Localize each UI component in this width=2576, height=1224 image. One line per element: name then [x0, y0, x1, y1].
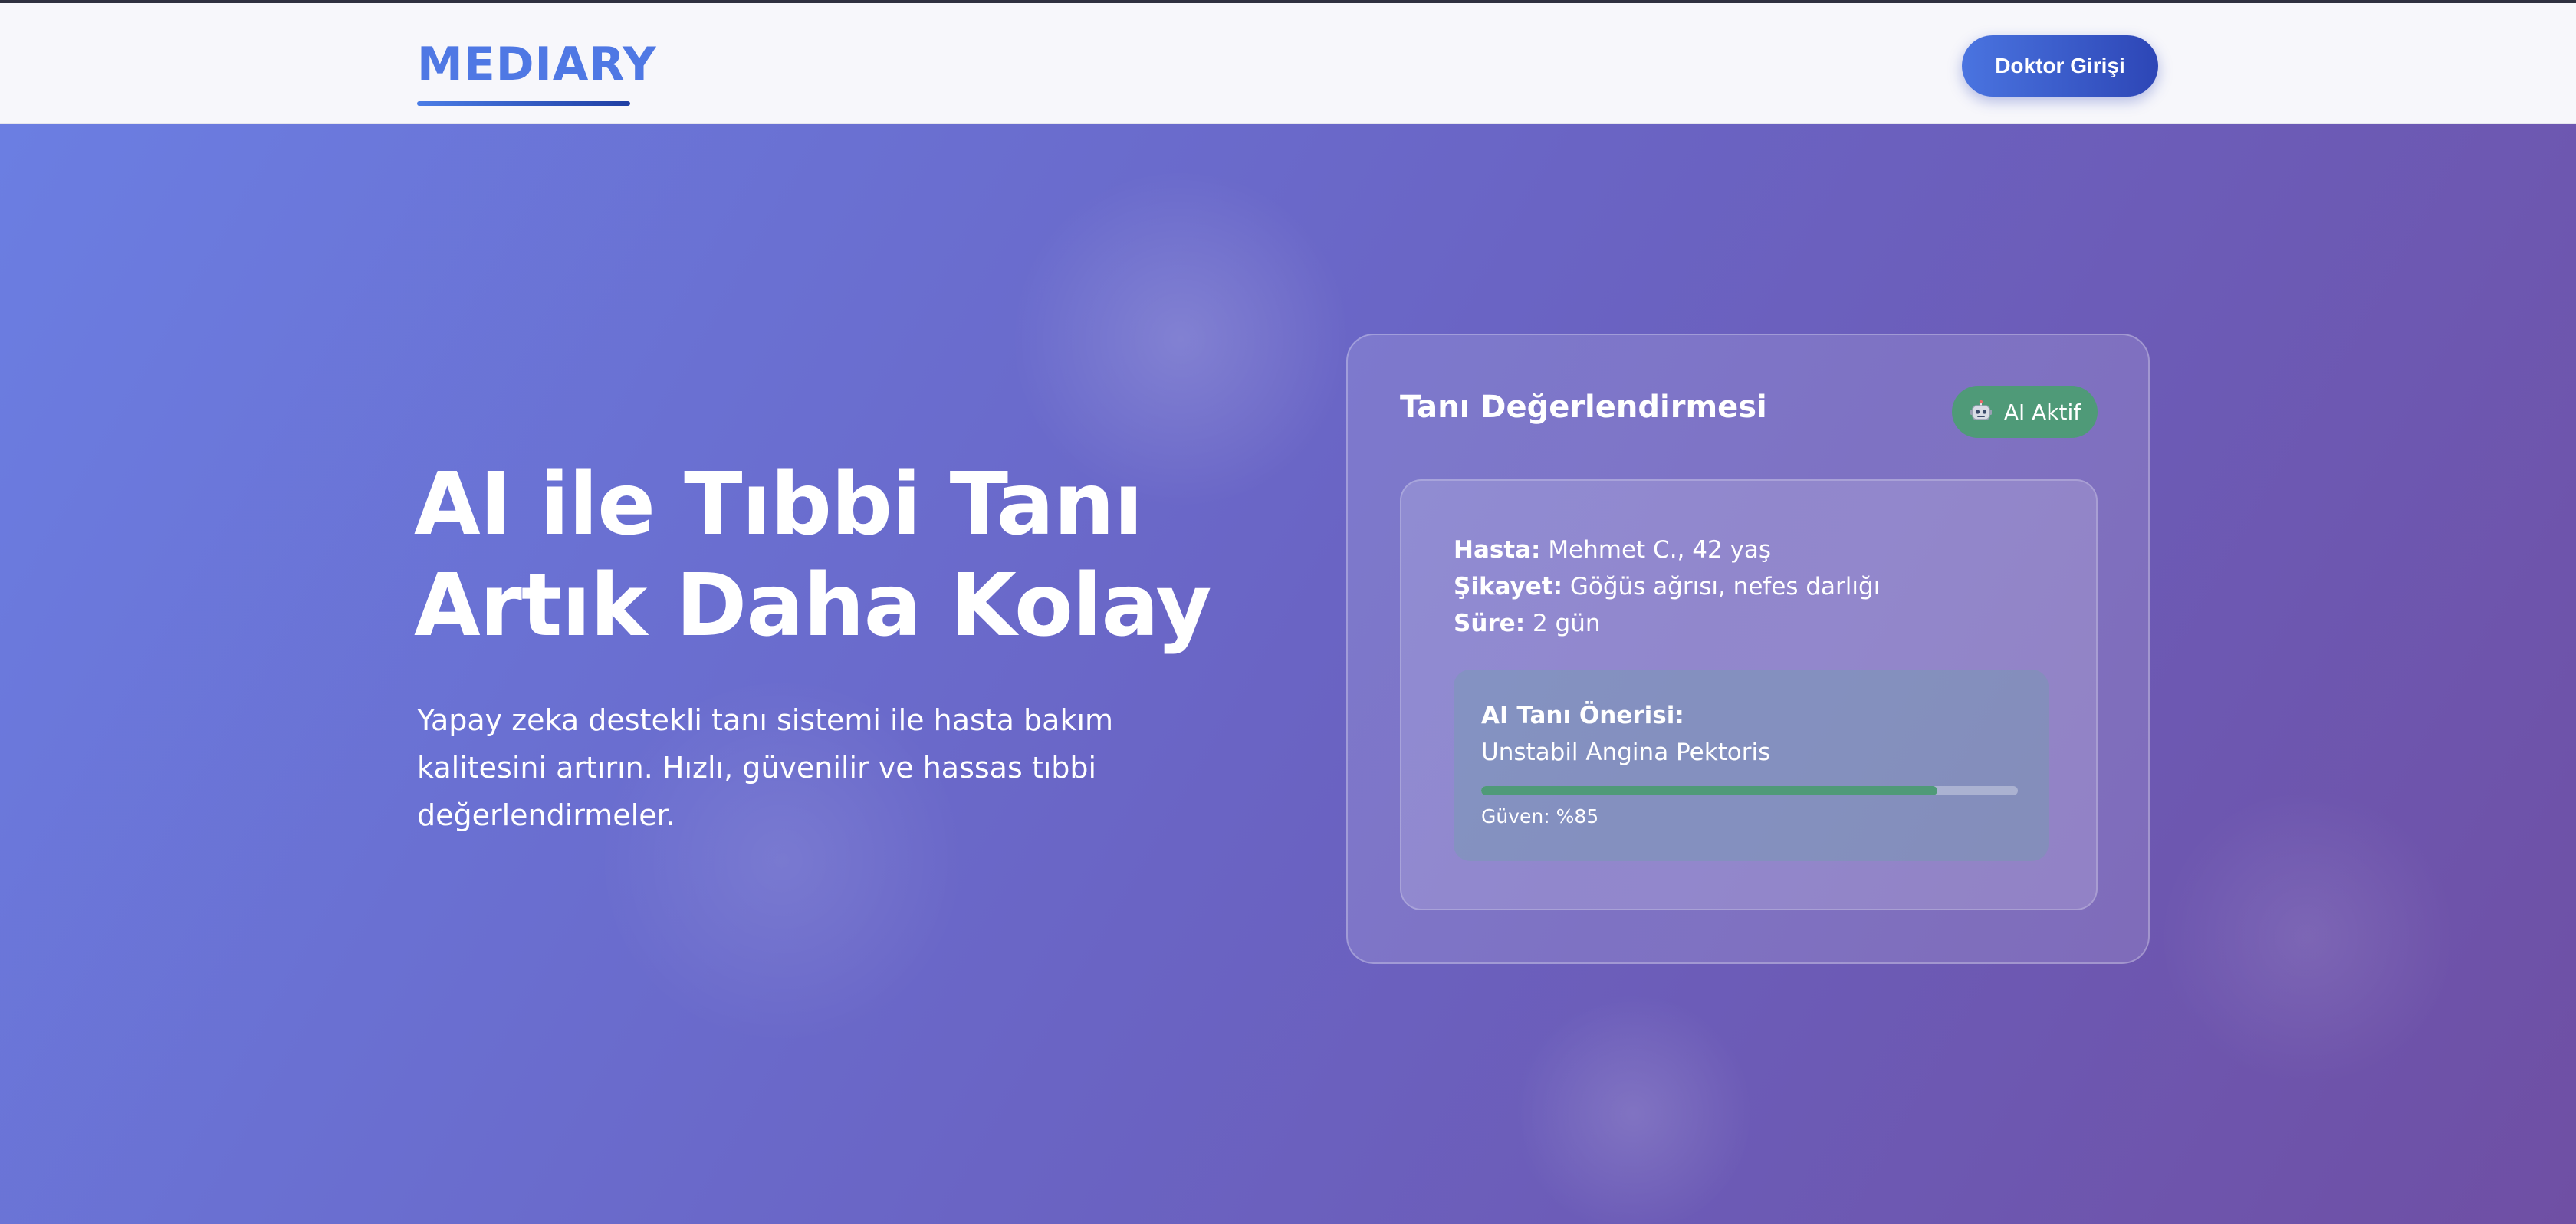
ai-diagnosis-value: Unstabil Angina Pektoris: [1481, 739, 1771, 766]
hero-title-line-2: Artık Daha Kolay: [414, 556, 1211, 656]
confidence-bar: [1481, 786, 2018, 795]
brand-logo[interactable]: MEDIARY: [417, 37, 657, 92]
patient-value: Mehmet C., 42 yaş: [1548, 536, 1772, 564]
ai-status-label: AI Aktif: [2003, 399, 2082, 425]
hero-section: AI ile Tıbbi Tanı Artık Daha Kolay Yapay…: [0, 124, 2576, 1224]
hero-description: Yapay zeka destekli tanı sistemi ile has…: [417, 703, 1114, 832]
hero-title-line-1: AI ile Tıbbi Tanı: [414, 455, 1143, 554]
patient-label: Hasta:: [1454, 536, 1541, 564]
logo-underline: [417, 101, 630, 106]
page: MEDIARY Doktor Girişi AI ile Tıbbi Tanı …: [0, 0, 2576, 1224]
decorative-orb: [1503, 983, 1763, 1224]
ai-status-badge: AI Aktif: [1952, 386, 2098, 438]
hero-title: AI ile Tıbbi Tanı Artık Daha Kolay: [414, 454, 1334, 656]
confidence-text: Güven: %85: [1481, 805, 1599, 828]
complaint-value: Göğüs ağrısı, nefes darlığı: [1569, 573, 1881, 600]
confidence-bar-fill: [1481, 786, 1937, 795]
complaint-label: Şikayet:: [1454, 573, 1562, 600]
decorative-orb: [2147, 776, 2469, 1098]
ai-suggestion-box: AI Tanı Önerisi: Unstabil Angina Pektori…: [1454, 670, 2049, 861]
card-title: Tanı Değerlendirmesi: [1400, 390, 1767, 425]
robot-icon: [1970, 400, 1992, 420]
patient-line: Hasta: Mehmet C., 42 yaş: [1454, 535, 1771, 565]
duration-label: Süre:: [1454, 610, 1526, 637]
complaint-line: Şikayet: Göğüs ağrısı, nefes darlığı: [1454, 571, 1880, 602]
duration-value: 2 gün: [1532, 610, 1601, 637]
doctor-login-button[interactable]: Doktor Girişi: [1962, 35, 2158, 97]
patient-info-panel: Hasta: Mehmet C., 42 yaş Şikayet: Göğüs …: [1400, 479, 2098, 910]
diagnosis-card: Tanı Değerlendirmesi AI Aktif Hasta: Meh…: [1346, 334, 2150, 964]
ai-suggestion-label: AI Tanı Önerisi:: [1481, 702, 1684, 729]
top-header: MEDIARY Doktor Girişi: [0, 0, 2576, 124]
duration-line: Süre: 2 gün: [1454, 608, 1601, 639]
